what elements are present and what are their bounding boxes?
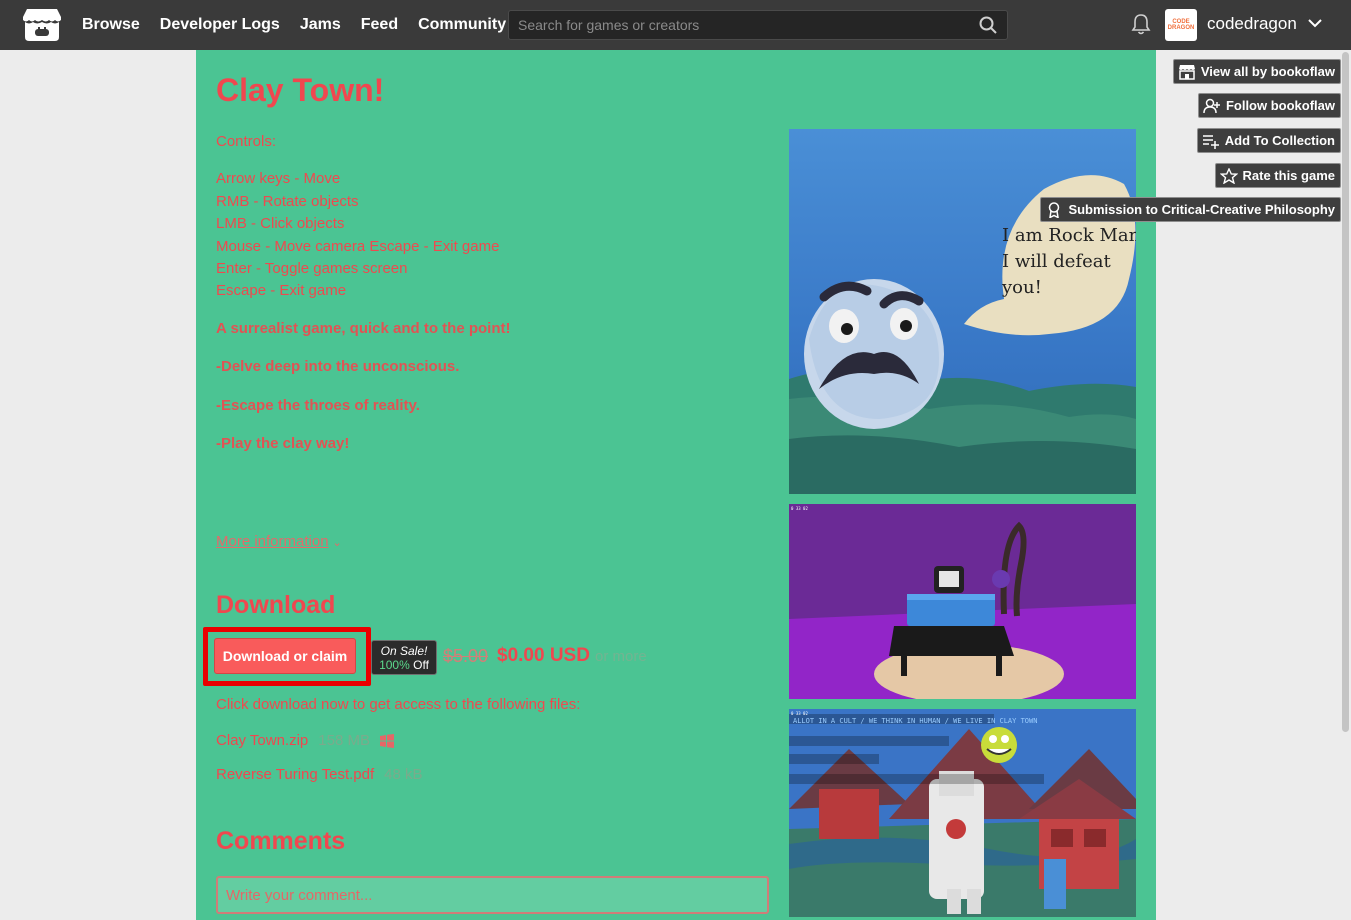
more-information-link[interactable]: More information ⌄ — [216, 533, 342, 550]
jam-submission-button[interactable]: Submission to Critical-Creative Philosop… — [1040, 197, 1341, 222]
chevron-down-icon[interactable] — [1307, 15, 1323, 31]
description-paragraph: -Delve deep into the unconscious. — [216, 358, 460, 376]
screenshot-rock-man[interactable]: I am Rock Man. I will defeat you! — [789, 129, 1136, 494]
nav-developer-logs[interactable]: Developer Logs — [160, 16, 280, 34]
award-ribbon-icon — [1049, 201, 1060, 218]
comment-input[interactable] — [218, 878, 767, 912]
windows-icon — [379, 733, 394, 748]
nav-feed[interactable]: Feed — [361, 16, 398, 34]
price-or-more: or more — [595, 648, 647, 665]
file-name: Reverse Turing Test.pdf — [216, 766, 375, 783]
sign-text: ALLOT IN A CULT / WE THINK IN HUMAN / WE… — [793, 717, 1037, 725]
top-nav-bar: Browse Developer Logs Jams Feed Communit… — [0, 0, 1351, 50]
scrollbar-thumb[interactable] — [1342, 52, 1349, 732]
description-paragraph: -Escape the throes of reality. — [216, 396, 420, 414]
description-paragraph: A surrealist game, quick and to the poin… — [216, 319, 511, 337]
screenshot-image: 0 33 02 ALLOT IN A CULT / WE THINK IN HU… — [789, 709, 1136, 917]
more-information-label: More information — [216, 533, 329, 550]
game-title: Clay Town! — [216, 72, 385, 108]
download-or-claim-button[interactable]: Download or claim — [214, 638, 356, 674]
game-description: Controls: Arrow keys - Move RMB - Rotate… — [216, 131, 776, 470]
main-nav: Browse Developer Logs Jams Feed Communit… — [82, 0, 506, 50]
control-line: Arrow keys - Move — [216, 170, 341, 188]
control-line: Enter - Toggle games screen — [216, 260, 408, 278]
hud-text: 0 33 02 — [791, 506, 808, 511]
controls-list: Arrow keys - Move RMB - Rotate objects L… — [216, 168, 776, 302]
download-heading: Download — [216, 591, 336, 619]
control-line: Escape - Exit game — [216, 282, 347, 300]
sale-percent: 100% — [379, 658, 410, 672]
screenshot-clay-town[interactable]: 0 33 02 ALLOT IN A CULT / WE THINK IN HU… — [789, 709, 1136, 917]
screenshot-purple-room[interactable]: 0 33 02 — [789, 504, 1136, 699]
rate-label: Rate this game — [1242, 168, 1335, 183]
nav-jams[interactable]: Jams — [300, 16, 341, 34]
view-all-label: View all by bookoflaw — [1200, 64, 1335, 79]
storefront-icon — [1178, 64, 1195, 80]
file-row: Clay Town.zip 158 MB — [216, 732, 394, 749]
sale-badge: On Sale! 100% Off — [371, 640, 437, 675]
controls-heading: Controls: — [216, 133, 277, 150]
sale-off: Off — [413, 658, 429, 672]
comments-heading: Comments — [216, 827, 346, 855]
follow-label: Follow bookoflaw — [1225, 98, 1335, 113]
add-user-icon — [1203, 98, 1220, 113]
file-row: Reverse Turing Test.pdf 48 kB — [216, 766, 423, 783]
original-price: $5.00 — [443, 646, 489, 666]
avatar[interactable]: CODE DRAGON — [1165, 9, 1197, 41]
screenshot-image: I am Rock Man. I will defeat you! — [789, 129, 1136, 494]
search-box — [508, 10, 1008, 40]
nav-browse[interactable]: Browse — [82, 16, 140, 34]
rate-game-button[interactable]: Rate this game — [1214, 163, 1341, 188]
file-size: 158 MB — [318, 732, 370, 749]
file-size: 48 kB — [384, 766, 423, 783]
control-line: Mouse - Move camera Escape - Exit game — [216, 237, 500, 255]
playlist-add-icon — [1202, 134, 1219, 149]
hud-text: 0 33 02 — [791, 711, 808, 716]
itchio-logo-icon[interactable] — [22, 7, 62, 43]
view-all-by-author-button[interactable]: View all by bookoflaw — [1172, 59, 1341, 84]
submission-label: Submission to Critical-Creative Philosop… — [1068, 202, 1335, 217]
comment-box — [216, 876, 769, 914]
sale-price: $0.00 USD — [497, 645, 590, 666]
search-input[interactable] — [509, 11, 969, 39]
screenshot-image: 0 33 02 — [789, 504, 1136, 699]
sale-label: On Sale! — [380, 644, 428, 658]
control-line: RMB - Rotate objects — [216, 192, 359, 210]
nav-community[interactable]: Community — [418, 16, 506, 34]
username[interactable]: codedragon — [1207, 14, 1297, 34]
star-icon — [1219, 167, 1238, 184]
bell-icon[interactable] — [1131, 13, 1151, 35]
chevron-down-icon: ⌄ — [332, 537, 342, 549]
download-note: Click download now to get access to the … — [216, 696, 581, 713]
speech-text: I will defeat — [1002, 251, 1111, 272]
search-icon[interactable] — [979, 16, 997, 34]
add-to-collection-button[interactable]: Add To Collection — [1196, 128, 1341, 153]
description-paragraph: -Play the clay way! — [216, 435, 350, 453]
speech-text: you! — [1001, 277, 1042, 298]
follow-author-button[interactable]: Follow bookoflaw — [1197, 93, 1341, 118]
control-line: LMB - Click objects — [216, 215, 345, 233]
speech-text: I am Rock Man. — [1002, 225, 1136, 246]
add-to-collection-label: Add To Collection — [1224, 133, 1335, 148]
file-name: Clay Town.zip — [216, 732, 309, 749]
game-page: Clay Town! Controls: Arrow keys - Move R… — [196, 50, 1156, 920]
